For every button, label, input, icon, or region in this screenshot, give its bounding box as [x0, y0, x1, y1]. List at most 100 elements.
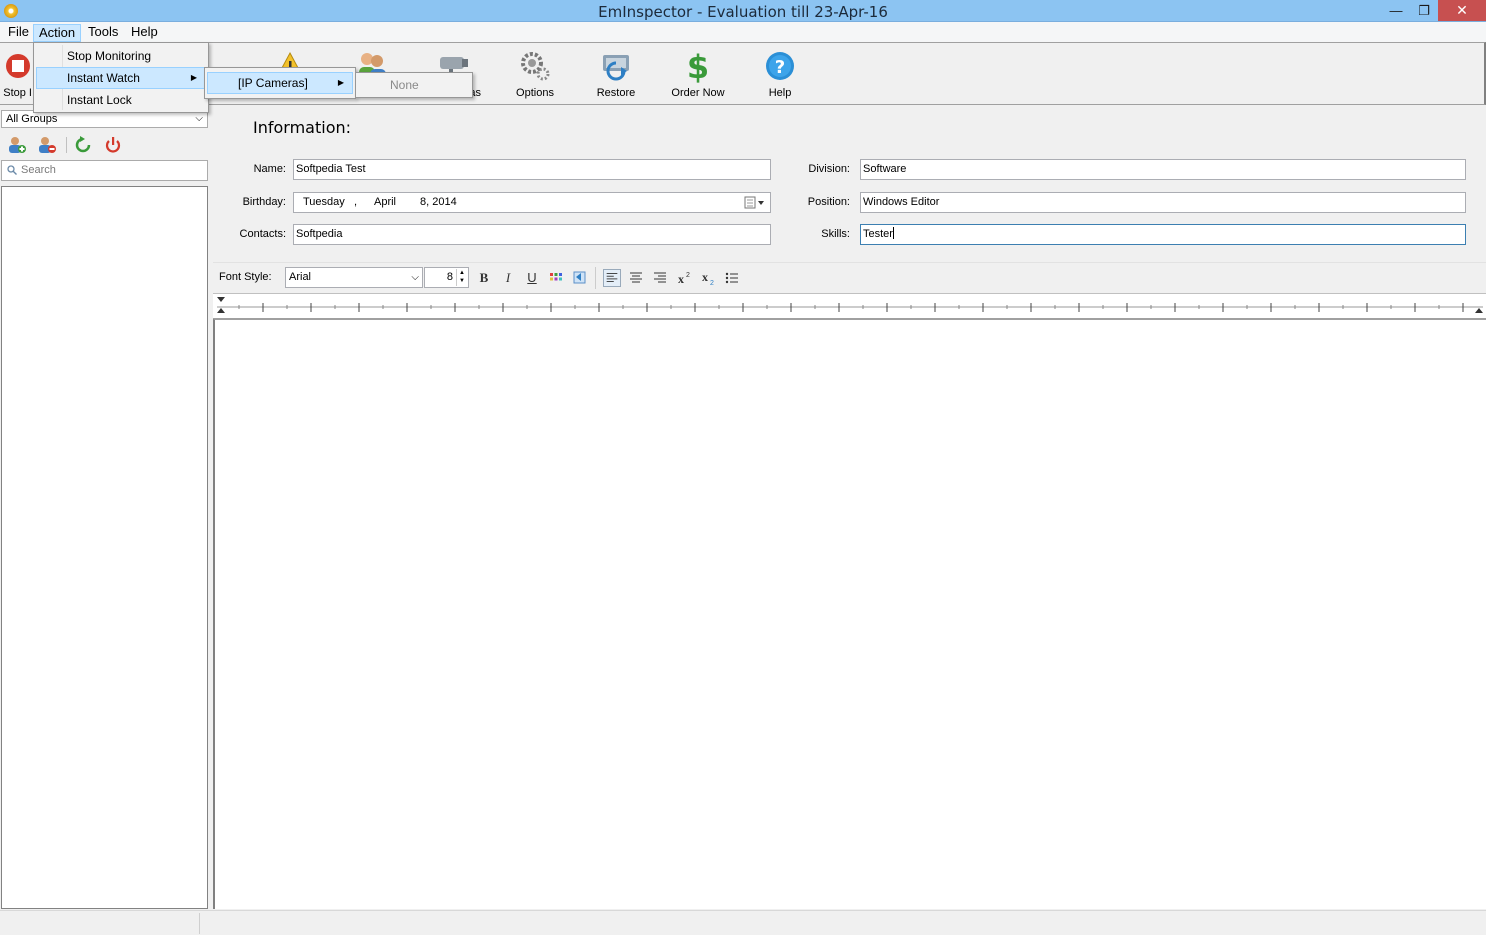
birthday-picker[interactable]: Tuesday , April 8, 2014 [293, 192, 771, 213]
contacts-label: Contacts: [239, 228, 286, 240]
position-label: Position: [807, 196, 850, 208]
align-center-icon[interactable] [627, 269, 645, 287]
refresh-icon[interactable] [72, 134, 94, 156]
ruler[interactable] [213, 293, 1486, 319]
menu-item-label: Instant Watch [67, 71, 140, 85]
birthday-separator: , [354, 196, 358, 208]
rich-text-editor[interactable] [213, 319, 1486, 909]
gear-icon [521, 52, 550, 81]
menu-tools[interactable]: Tools [83, 24, 123, 42]
close-button[interactable]: ✕ [1438, 0, 1486, 21]
birthday-month[interactable]: April [374, 193, 396, 212]
ruler-ticks [217, 297, 1483, 313]
svg-text:2: 2 [686, 272, 690, 279]
maximize-button[interactable]: ❐ [1410, 0, 1438, 21]
options-button[interactable]: Options [495, 47, 575, 101]
format-toolbar: Font Style: Arial ⌵ 8 ▲ ▼ B I U x2 x2 [213, 262, 1486, 292]
status-bar [0, 910, 1486, 935]
skills-field[interactable]: Tester [860, 224, 1466, 245]
power-icon[interactable] [102, 134, 124, 156]
stop-icon [6, 54, 30, 78]
users-tree[interactable] [1, 186, 208, 909]
options-label: Options [516, 87, 554, 99]
background-color-icon[interactable] [571, 269, 589, 287]
restore-icon [603, 55, 629, 81]
dollar-icon: $ [687, 49, 709, 83]
svg-text:x: x [702, 270, 708, 284]
division-label: Division: [808, 163, 850, 175]
help-label: Help [768, 87, 792, 99]
groups-select-value: All Groups [6, 113, 58, 125]
order-now-button[interactable]: $ Order Now [658, 47, 738, 101]
bullet-list-icon[interactable] [723, 269, 741, 287]
menu-item-label: Instant Lock [67, 93, 132, 107]
text-caret [892, 227, 894, 239]
name-field[interactable]: Softpedia Test [293, 159, 771, 180]
left-panel: All Groups ⌵ Search [0, 108, 210, 910]
division-field[interactable]: Software [860, 159, 1466, 180]
menu-item-instant-lock[interactable]: Instant Lock [36, 89, 206, 111]
svg-text:$: $ [687, 49, 709, 83]
information-heading: Information: [253, 118, 352, 137]
menu-help[interactable]: Help [126, 24, 163, 42]
font-size-stepper[interactable]: 8 ▲ ▼ [424, 267, 469, 288]
birthday-weekday[interactable]: Tuesday [303, 193, 345, 212]
menu-item-none: None [358, 74, 470, 96]
restore-label: Restore [596, 87, 636, 99]
position-field[interactable]: Windows Editor [860, 192, 1466, 213]
chevron-down-icon: ⌵ [411, 272, 419, 283]
search-input[interactable]: Search [1, 160, 208, 181]
svg-text:x: x [678, 272, 684, 286]
birthday-label: Birthday: [242, 196, 286, 208]
add-user-icon[interactable] [6, 134, 28, 156]
submenu-arrow-icon: ▶ [190, 73, 197, 82]
menu-item-label: Stop Monitoring [67, 49, 152, 63]
menu-action[interactable]: Action [33, 24, 82, 42]
superscript-icon[interactable]: x2 [675, 269, 693, 287]
chevron-down-icon: ⌵ [195, 113, 203, 124]
underline-button[interactable]: U [523, 269, 541, 287]
minimize-button[interactable]: — [1382, 0, 1410, 21]
instant-watch-submenu: [IP Cameras] ▶ [204, 67, 356, 99]
italic-button[interactable]: I [499, 269, 517, 287]
remove-user-icon[interactable] [36, 134, 58, 156]
align-right-icon[interactable] [651, 269, 669, 287]
menu-item-instant-watch[interactable]: Instant Watch ▶ [36, 67, 206, 89]
stepper-arrows-icon[interactable]: ▲ ▼ [456, 269, 467, 286]
menu-bar: File Action Tools Help [0, 22, 1486, 42]
bold-button[interactable]: B [475, 269, 493, 287]
menu-item-stop-monitoring[interactable]: Stop Monitoring [36, 45, 206, 67]
subscript-icon[interactable]: x2 [699, 269, 717, 287]
align-left-icon[interactable] [603, 269, 621, 287]
title-bar: EmInspector - Evaluation till 23-Apr-16 … [0, 0, 1486, 22]
format-separator [595, 267, 596, 289]
skills-label: Skills: [821, 228, 850, 240]
menu-item-label: [IP Cameras] [238, 76, 308, 90]
order-now-label: Order Now [671, 87, 725, 99]
svg-text:?: ? [775, 57, 785, 78]
menu-item-label: None [390, 78, 419, 92]
contacts-field[interactable]: Softpedia [293, 224, 771, 245]
help-icon: ? [766, 52, 794, 80]
restore-button[interactable]: Restore [576, 47, 656, 101]
font-style-label: Font Style: [219, 271, 272, 283]
submenu-arrow-icon: ▶ [337, 78, 344, 87]
text-color-icon[interactable] [547, 269, 565, 287]
status-separator [199, 913, 200, 934]
svg-text:2: 2 [710, 280, 714, 287]
calendar-dropdown-icon[interactable] [744, 196, 766, 210]
name-label: Name: [253, 163, 286, 175]
action-menu: Stop Monitoring Instant Watch ▶ Instant L… [33, 42, 209, 113]
font-select[interactable]: Arial ⌵ [285, 267, 423, 288]
birthday-day-year[interactable]: 8, 2014 [420, 193, 457, 212]
skills-value: Tester [863, 228, 893, 240]
ip-cameras-submenu: None [355, 72, 473, 98]
font-select-value: Arial [289, 271, 312, 283]
help-button[interactable]: ? Help [740, 47, 820, 101]
window-title: EmInspector - Evaluation till 23-Apr-16 [598, 3, 888, 21]
menu-item-ip-cameras[interactable]: [IP Cameras] ▶ [207, 72, 353, 94]
menu-file[interactable]: File [3, 24, 34, 42]
search-icon [7, 165, 17, 175]
toolbar-separator [66, 137, 67, 153]
font-size-value: 8 [446, 271, 453, 283]
